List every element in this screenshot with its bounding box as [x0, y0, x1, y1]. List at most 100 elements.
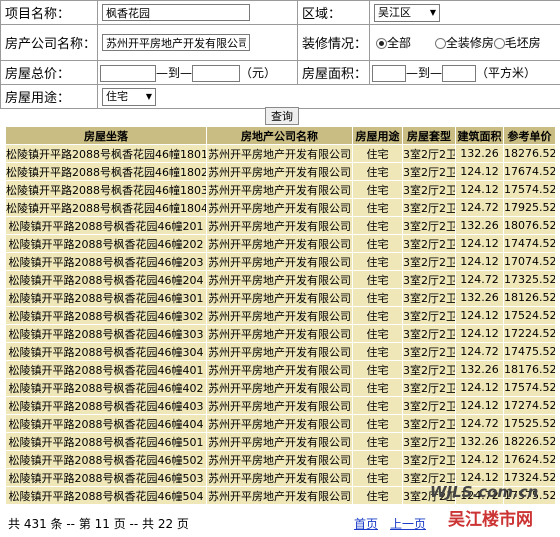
table-cell: 松陵镇开平路2088号枫香花园46幢401 [5, 360, 207, 379]
table-cell: 松陵镇开平路2088号枫香花园46幢1804 [5, 198, 207, 217]
table-cell: 132.26 [455, 144, 504, 163]
table-cell: 18276.52 [503, 144, 556, 163]
area-label: 房屋面积： [297, 60, 370, 85]
table-cell: 17574.52 [503, 180, 556, 199]
area-unit: （平方米） [476, 65, 537, 80]
table-cell: 松陵镇开平路2088号枫香花园46幢304 [5, 342, 207, 361]
table-cell: 苏州开平房地产开发有限公司 [206, 450, 353, 469]
table-cell: 124.72 [455, 414, 504, 433]
table-row[interactable]: 松陵镇开平路2088号枫香花园46幢404 苏州开平房地产开发有限公司 住宅 3室2厅… [5, 414, 556, 433]
table-cell: 苏州开平房地产开发有限公司 [206, 306, 353, 325]
price-min-input[interactable] [100, 64, 156, 82]
column-header[interactable]: 房地产公司名称 [206, 126, 353, 145]
table-cell: 松陵镇开平路2088号枫香花园46幢303 [5, 324, 207, 343]
table-cell: 124.72 [455, 342, 504, 361]
table-cell: 124.12 [455, 306, 504, 325]
table-cell: 松陵镇开平路2088号枫香花园46幢301 [5, 288, 207, 307]
decor-option-all[interactable]: 全部 [376, 36, 431, 51]
table-cell: 住宅 [352, 342, 403, 361]
table-row[interactable]: 松陵镇开平路2088号枫香花园46幢402 苏州开平房地产开发有限公司 住宅 3室2厅… [5, 378, 556, 397]
column-header[interactable]: 房屋用途 [352, 126, 403, 145]
area-range-separator: —到— [406, 65, 443, 80]
decor-option-full[interactable]: 全装修房 [434, 36, 494, 51]
table-cell: 17624.52 [503, 450, 556, 469]
table-cell: 住宅 [352, 468, 403, 487]
table-cell: 松陵镇开平路2088号枫香花园46幢1802 [5, 162, 207, 181]
table-cell: 松陵镇开平路2088号枫香花园46幢204 [5, 270, 207, 289]
table-cell: 苏州开平房地产开发有限公司 [206, 162, 353, 181]
table-cell: 3室2厅2卫 [402, 144, 456, 163]
table-cell: 松陵镇开平路2088号枫香花园46幢1803 [5, 180, 207, 199]
table-cell: 3室2厅2卫 [402, 180, 456, 199]
decor-option-rough[interactable]: 毛坯房 [493, 36, 544, 51]
table-cell: 3室2厅2卫 [402, 414, 456, 433]
table-row[interactable]: 松陵镇开平路2088号枫香花园46幢203 苏州开平房地产开发有限公司 住宅 3室2厅… [5, 252, 556, 271]
price-max-input[interactable] [192, 64, 241, 82]
table-cell: 住宅 [352, 162, 403, 181]
project-name-label: 项目名称： [0, 0, 98, 25]
table-cell: 松陵镇开平路2088号枫香花园46幢404 [5, 414, 207, 433]
table-cell: 132.26 [455, 216, 504, 235]
table-cell: 3室2厅2卫 [402, 216, 456, 235]
area-max-input[interactable] [442, 64, 477, 82]
column-header[interactable]: 建筑面积 [455, 126, 504, 145]
table-cell: 松陵镇开平路2088号枫香花园46幢504 [5, 486, 207, 505]
table-cell: 17674.52 [503, 162, 556, 181]
table-row[interactable]: 松陵镇开平路2088号枫香花园46幢302 苏州开平房地产开发有限公司 住宅 3室2厅… [5, 306, 556, 325]
table-cell: 住宅 [352, 432, 403, 451]
watermark-site-name: 吴江楼市网 [448, 510, 533, 530]
table-cell: 3室2厅2卫 [402, 378, 456, 397]
table-cell: 苏州开平房地产开发有限公司 [206, 396, 353, 415]
table-row[interactable]: 松陵镇开平路2088号枫香花园46幢304 苏州开平房地产开发有限公司 住宅 3室2厅… [5, 342, 556, 361]
usage-select[interactable]: 住宅 ▼ [102, 87, 156, 106]
table-cell: 苏州开平房地产开发有限公司 [206, 432, 353, 451]
table-row[interactable]: 松陵镇开平路2088号枫香花园46幢1802 苏州开平房地产开发有限公司 住宅 3室2… [5, 162, 556, 181]
table-row[interactable]: 松陵镇开平路2088号枫香花园46幢403 苏州开平房地产开发有限公司 住宅 3室2厅… [5, 396, 556, 415]
column-header[interactable]: 参考单价 [503, 126, 556, 145]
table-cell: 松陵镇开平路2088号枫香花园46幢403 [5, 396, 207, 415]
usage-label: 房屋用途： [0, 84, 98, 109]
table-cell: 124.12 [455, 378, 504, 397]
region-select[interactable]: 吴江区 ▼ [374, 3, 440, 22]
table-cell: 3室2厅2卫 [402, 324, 456, 343]
table-cell: 苏州开平房地产开发有限公司 [206, 324, 353, 343]
column-header[interactable]: 房屋坐落 [5, 126, 207, 145]
table-row[interactable]: 松陵镇开平路2088号枫香花园46幢303 苏州开平房地产开发有限公司 住宅 3室2厅… [5, 324, 556, 343]
table-row[interactable]: 松陵镇开平路2088号枫香花园46幢502 苏州开平房地产开发有限公司 住宅 3室2厅… [5, 450, 556, 469]
table-row[interactable]: 松陵镇开平路2088号枫香花园46幢501 苏州开平房地产开发有限公司 住宅 3室2厅… [5, 432, 556, 451]
project-name-input[interactable] [102, 4, 250, 21]
area-min-input[interactable] [372, 64, 406, 82]
table-row[interactable]: 松陵镇开平路2088号枫香花园46幢301 苏州开平房地产开发有限公司 住宅 3室2厅… [5, 288, 556, 307]
table-cell: 住宅 [352, 486, 403, 505]
table-row[interactable]: 松陵镇开平路2088号枫香花园46幢201 苏州开平房地产开发有限公司 住宅 3室2厅… [5, 216, 556, 235]
first-page-link[interactable]: 首页 [354, 515, 378, 532]
company-name-input[interactable] [102, 34, 250, 51]
chevron-down-icon: ▼ [145, 91, 152, 101]
table-cell: 苏州开平房地产开发有限公司 [206, 378, 353, 397]
table-cell: 苏州开平房地产开发有限公司 [206, 468, 353, 487]
table-row[interactable]: 松陵镇开平路2088号枫香花园46幢1803 苏州开平房地产开发有限公司 住宅 3室2… [5, 180, 556, 199]
table-cell: 124.12 [455, 396, 504, 415]
table-cell: 124.72 [455, 270, 504, 289]
results-table: 房屋坐落 房地产公司名称 房屋用途 房屋套型 建筑面积 参考单价 松陵镇开平路2… [5, 126, 556, 505]
table-cell: 住宅 [352, 396, 403, 415]
column-header[interactable]: 房屋套型 [402, 126, 456, 145]
table-row[interactable]: 松陵镇开平路2088号枫香花园46幢204 苏州开平房地产开发有限公司 住宅 3室2厅… [5, 270, 556, 289]
table-cell: 住宅 [352, 378, 403, 397]
table-cell: 松陵镇开平路2088号枫香花园46幢402 [5, 378, 207, 397]
table-cell: 17274.52 [503, 396, 556, 415]
table-cell: 124.12 [455, 324, 504, 343]
table-cell: 松陵镇开平路2088号枫香花园46幢503 [5, 468, 207, 487]
table-row[interactable]: 松陵镇开平路2088号枫香花园46幢1804 苏州开平房地产开发有限公司 住宅 3室2… [5, 198, 556, 217]
radio-icon [434, 38, 446, 49]
search-button[interactable]: 查询 [265, 107, 299, 125]
table-cell: 苏州开平房地产开发有限公司 [206, 252, 353, 271]
prev-page-link[interactable]: 上一页 [390, 515, 426, 532]
table-row[interactable]: 松陵镇开平路2088号枫香花园46幢1801 苏州开平房地产开发有限公司 住宅 3室2… [5, 144, 556, 163]
table-row[interactable]: 松陵镇开平路2088号枫香花园46幢202 苏州开平房地产开发有限公司 住宅 3室2厅… [5, 234, 556, 253]
table-cell: 松陵镇开平路2088号枫香花园46幢203 [5, 252, 207, 271]
table-cell: 124.12 [455, 252, 504, 271]
decor-label: 装修情况： [297, 24, 370, 61]
table-cell: 苏州开平房地产开发有限公司 [206, 360, 353, 379]
table-row[interactable]: 松陵镇开平路2088号枫香花园46幢401 苏州开平房地产开发有限公司 住宅 3室2厅… [5, 360, 556, 379]
